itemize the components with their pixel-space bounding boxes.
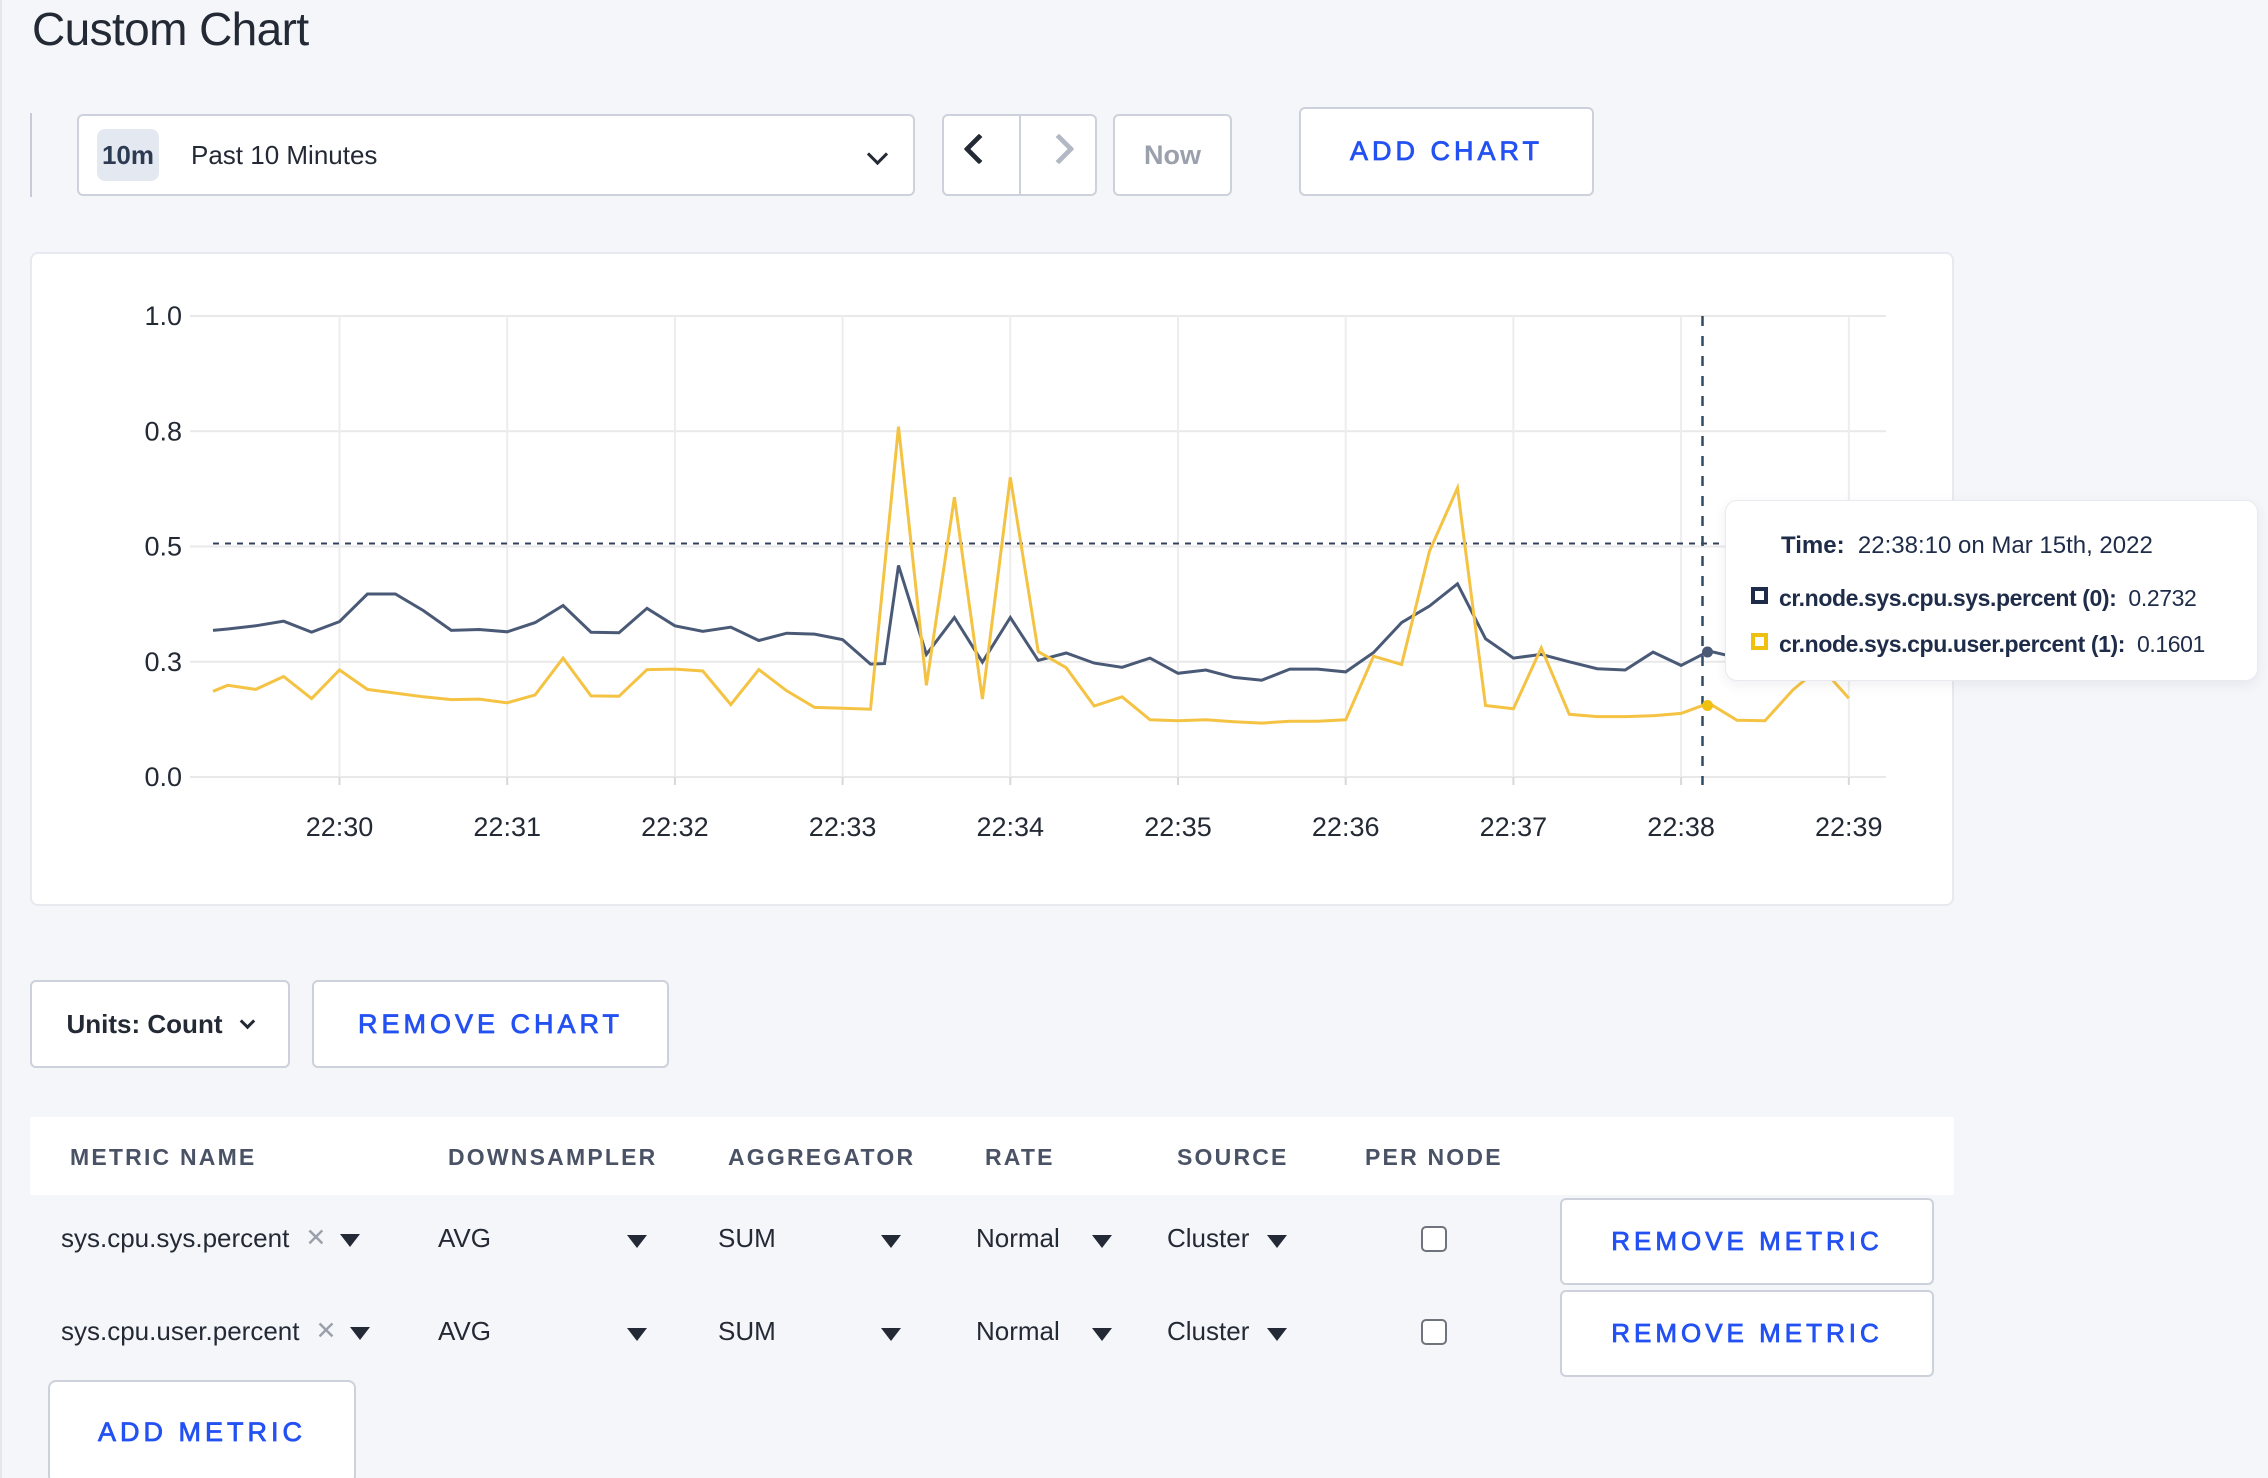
svg-text:0.3: 0.3 — [144, 647, 182, 677]
svg-text:1.0: 1.0 — [144, 301, 182, 331]
svg-text:22:31: 22:31 — [473, 812, 541, 842]
svg-text:0.8: 0.8 — [144, 416, 182, 446]
svg-text:22:36: 22:36 — [1312, 812, 1380, 842]
svg-text:0.5: 0.5 — [144, 532, 182, 562]
svg-text:22:32: 22:32 — [641, 812, 709, 842]
svg-text:22:34: 22:34 — [977, 812, 1045, 842]
svg-text:22:33: 22:33 — [809, 812, 877, 842]
svg-text:22:38: 22:38 — [1647, 812, 1715, 842]
svg-text:22:35: 22:35 — [1144, 812, 1212, 842]
svg-text:0.0: 0.0 — [144, 762, 182, 792]
svg-text:22:30: 22:30 — [306, 812, 374, 842]
svg-text:22:39: 22:39 — [1815, 812, 1883, 842]
svg-text:22:37: 22:37 — [1480, 812, 1548, 842]
